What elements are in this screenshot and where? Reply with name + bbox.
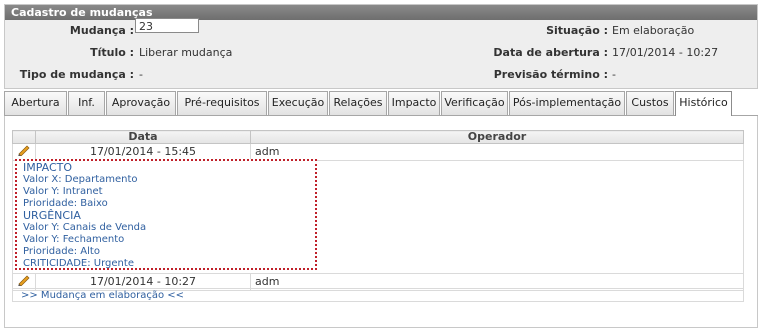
row-date: 17/01/2014 - 15:45 xyxy=(35,143,251,161)
mudanca-label: Mudança : xyxy=(69,24,134,37)
history-detail-box: IMPACTO Valor X: Departamento Valor Y: I… xyxy=(15,159,317,270)
mudanca-input[interactable]: 23 xyxy=(135,18,199,33)
tab-inf[interactable]: Inf. xyxy=(68,91,105,115)
tipo-value: - xyxy=(139,68,143,81)
detail-line: Valor Y: Canais de Venda xyxy=(23,222,147,233)
column-header-data: Data xyxy=(35,130,251,144)
detail-line: CRITICIDADE: Urgente xyxy=(23,258,134,269)
panel-title: Cadastro de mudanças xyxy=(5,5,757,20)
detail-line: Valor Y: Intranet xyxy=(23,186,103,197)
tab-abertura[interactable]: Abertura xyxy=(4,91,67,115)
abertura-label: Data de abertura : xyxy=(493,46,608,59)
tab-relacoes[interactable]: Relações xyxy=(329,91,387,115)
icon-column-header xyxy=(12,130,36,144)
tab-execucao[interactable]: Execução xyxy=(268,91,328,115)
detail-line: Valor Y: Fechamento xyxy=(23,234,125,245)
row-operator: adm xyxy=(250,143,744,161)
detail-line: IMPACTO xyxy=(23,161,73,174)
situacao-value: Em elaboração xyxy=(612,24,695,37)
table-row[interactable]: 17/01/2014 - 15:45 adm xyxy=(12,143,744,161)
edit-cell[interactable] xyxy=(12,143,36,161)
tab-aprovacao[interactable]: Aprovação xyxy=(106,91,176,115)
tipo-label: Tipo de mudança : xyxy=(19,68,134,81)
titulo-label: Título : xyxy=(90,46,134,59)
previsao-value: - xyxy=(612,68,616,81)
titulo-value: Liberar mudança xyxy=(139,46,233,59)
detail-line: URGÊNCIA xyxy=(23,209,81,222)
tab-pre-requisitos[interactable]: Pré-requisitos xyxy=(177,91,267,115)
tab-verificacao[interactable]: Verificação xyxy=(441,91,508,115)
tab-impacto[interactable]: Impacto xyxy=(388,91,440,115)
previsao-label: Previsão término : xyxy=(493,68,608,81)
pencil-icon[interactable] xyxy=(17,144,31,156)
situacao-label: Situação : xyxy=(546,24,608,37)
abertura-value: 17/01/2014 - 10:27 xyxy=(612,46,719,59)
tab-custos[interactable]: Custos xyxy=(626,91,674,115)
tab-historico[interactable]: Histórico xyxy=(675,91,732,117)
detail-line: Prioridade: Alto xyxy=(23,246,100,257)
column-header-operador: Operador xyxy=(250,130,744,144)
pencil-icon[interactable] xyxy=(17,274,31,286)
detail-line: Valor X: Departamento xyxy=(23,174,138,185)
tab-pos-implementacao[interactable]: Pós-implementação xyxy=(509,91,625,115)
status-link[interactable]: >> Mudança em elaboração << xyxy=(12,288,744,302)
